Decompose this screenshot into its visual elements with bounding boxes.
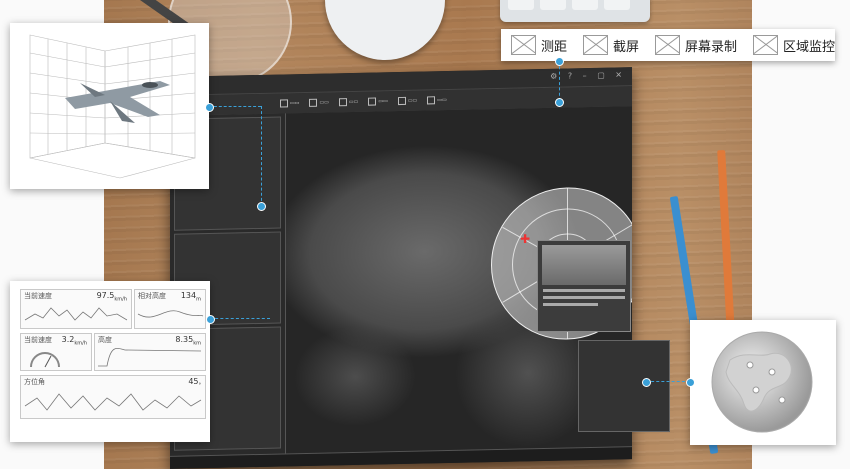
telemetry-charts-callout: 当前速度 97.5km/h 相对高度 134m 当前速度 3.2km/h 高度 … [10, 281, 210, 442]
3d-grid-box [29, 34, 196, 179]
menu-item-label: 区域监控 [783, 39, 836, 55]
target-crosshair-icon[interactable]: ✚ [520, 232, 530, 246]
aircraft-photo [542, 245, 626, 285]
connector-line [209, 106, 261, 107]
connector-line [559, 61, 560, 101]
toolbar-button[interactable]: ▭▭ [368, 97, 388, 106]
toolbar-button[interactable]: ▭▭ [338, 98, 358, 107]
screenshot-icon [583, 35, 609, 55]
azimuth-chart: 方位角 45° [20, 375, 206, 419]
connector-line [646, 381, 690, 382]
toolbar-button[interactable]: ▭▭ [309, 98, 329, 107]
keyboard-decoration [500, 0, 650, 22]
toolbar-button[interactable]: ▭▭ [280, 99, 299, 108]
globe-icon [711, 331, 813, 433]
altitude-chart: 相对高度 134m [134, 289, 206, 329]
menu-item-record[interactable]: 屏幕录制 [655, 35, 737, 55]
window-controls[interactable]: ⚙ ? – ▢ ✕ [550, 70, 626, 81]
fighter-jet-icon [65, 81, 170, 123]
connector-dot [686, 378, 695, 387]
connector-dot [555, 98, 564, 107]
top-callout-menu: 测距 截屏 屏幕录制 区域监控 [501, 29, 835, 61]
globe-callout [690, 320, 836, 445]
connector-dot [555, 57, 564, 66]
speed-chart: 当前速度 97.5km/h [20, 289, 132, 329]
menu-item-screenshot[interactable]: 截屏 [583, 35, 639, 55]
connector-dot [205, 103, 214, 112]
jet-3d-callout [10, 23, 209, 189]
menu-item-label: 截屏 [613, 39, 640, 55]
speed-gauge: 当前速度 3.2km/h [20, 333, 92, 371]
connector-dot [206, 315, 215, 324]
connector-line [210, 318, 270, 319]
menu-item-label: 测距 [541, 39, 568, 55]
menu-item-label: 屏幕录制 [685, 39, 738, 55]
screen-record-icon [655, 35, 681, 55]
menu-item-monitor[interactable]: 区域监控 [753, 35, 835, 55]
connector-line [261, 106, 262, 206]
aircraft-info-popup [537, 240, 631, 332]
mini-globe-panel [578, 340, 670, 432]
toolbar-button[interactable]: ▭▭ [427, 96, 447, 105]
connector-dot [642, 378, 651, 387]
menu-item-measure[interactable]: 测距 [511, 35, 567, 55]
toolbar-button[interactable]: ▭▭ [397, 96, 417, 106]
distance-measure-icon [511, 35, 536, 55]
connector-dot [257, 202, 266, 211]
area-monitor-icon [753, 35, 779, 55]
height-chart: 高度 8.35km [94, 333, 206, 371]
